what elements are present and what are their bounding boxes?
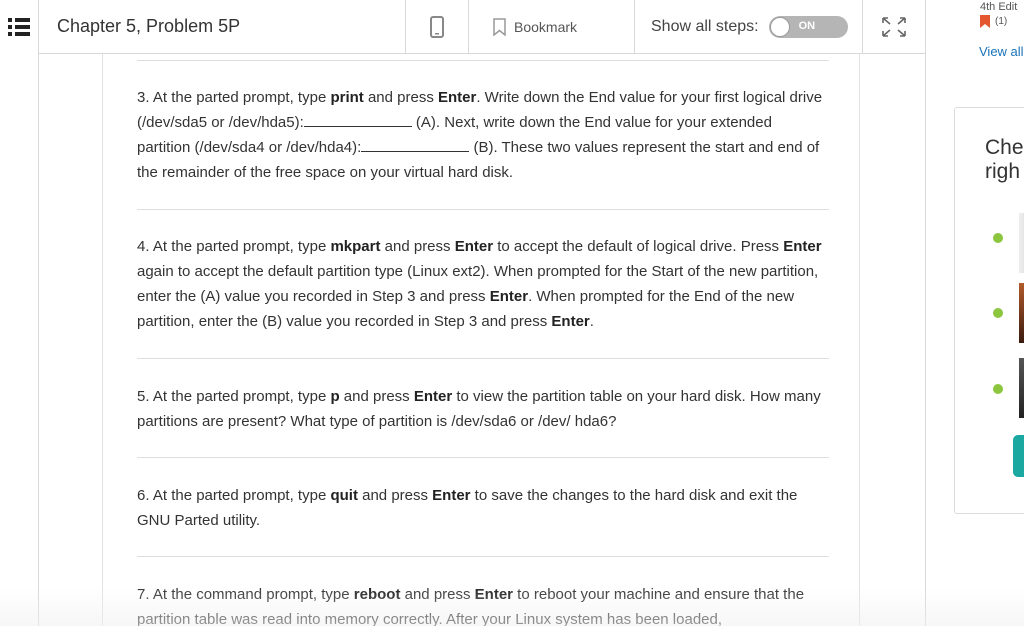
bookmark-filled-icon [980,15,990,28]
card-action-button[interactable] [1013,435,1024,477]
step-text: 5. At the parted prompt, type [137,388,331,405]
step-keyword: Enter [438,89,477,106]
answer-blank [361,138,470,152]
bookmark-label: Bookmark [514,18,578,35]
show-steps-label: Show all steps: [651,17,759,35]
step-text: 6. At the parted prompt, type [137,487,331,504]
status-dot [993,308,1003,318]
edition-label: 4th Edit [980,1,1018,13]
step-4: 4. At the parted prompt, type mkpart and… [137,234,829,334]
divider [137,556,829,557]
solution-panel: 3. At the parted prompt, type print and … [38,54,926,626]
step-text: 4. At the parted prompt, type [137,238,331,255]
step-keyword: Enter [474,586,514,603]
thumbnail-image[interactable] [1019,283,1024,343]
card-title: Che righ [985,136,1024,183]
mobile-view-button[interactable] [406,0,469,53]
divider [137,457,829,458]
header-toolbar: Chapter 5, Problem 5P Bookmark Show all … [38,0,926,54]
step-text: and press [339,388,414,405]
divider [137,358,829,359]
step-text: . [589,313,594,330]
toggle-knob [769,16,790,37]
step-keyword: reboot [353,586,401,603]
step-text: 7. At the command prompt, type [137,586,354,603]
thumbnail-image[interactable] [1019,358,1024,418]
phone-icon [430,15,444,38]
step-text: and press [400,586,475,603]
step-5: 5. At the parted prompt, type p and pres… [137,384,829,434]
step-keyword: mkpart [330,238,381,255]
step-text: and press [380,238,455,255]
step-keyword: Enter [551,313,590,330]
step-keyword: Enter [489,288,529,305]
step-keyword: quit [330,487,358,504]
bookmark-icon [493,17,506,36]
menu-button[interactable] [0,0,38,54]
step-text: and press [363,89,438,106]
bookmark-count[interactable]: (1) [980,15,1007,28]
step-text: 3. At the parted prompt, type [137,89,331,106]
divider [137,209,829,210]
step-text: to accept the default of logical drive. … [493,238,784,255]
solution-steps: 3. At the parted prompt, type print and … [102,54,860,626]
bookmark-count-value: (1) [995,16,1008,27]
step-keyword: Enter [783,238,822,255]
status-dot [993,233,1003,243]
step-keyword: print [330,89,364,106]
step-6: 6. At the parted prompt, type quit and p… [137,483,829,533]
step-text: and press [357,487,433,504]
thumbnail-image[interactable] [1019,213,1024,273]
expand-arrows-icon [882,16,906,37]
step-keyword: Enter [432,487,471,504]
step-7: 7. At the command prompt, type reboot an… [137,582,829,626]
show-all-steps: Show all steps: ON [635,0,863,53]
show-steps-toggle[interactable]: ON [768,15,848,38]
view-all-link[interactable]: View all [979,44,1024,59]
answer-blank [303,113,412,127]
toggle-state-label: ON [798,19,816,32]
menu-list-icon [8,18,30,36]
related-card: Che righ [954,107,1024,514]
expand-button[interactable] [863,0,925,53]
step-keyword: Enter [454,238,494,255]
step-keyword: Enter [413,388,453,405]
step-3: 3. At the parted prompt, type print and … [137,85,829,185]
bookmark-button[interactable]: Bookmark [469,0,635,53]
divider [137,60,829,61]
status-dot [993,384,1003,394]
page-title: Chapter 5, Problem 5P [39,0,406,53]
step-keyword: p [330,388,340,405]
